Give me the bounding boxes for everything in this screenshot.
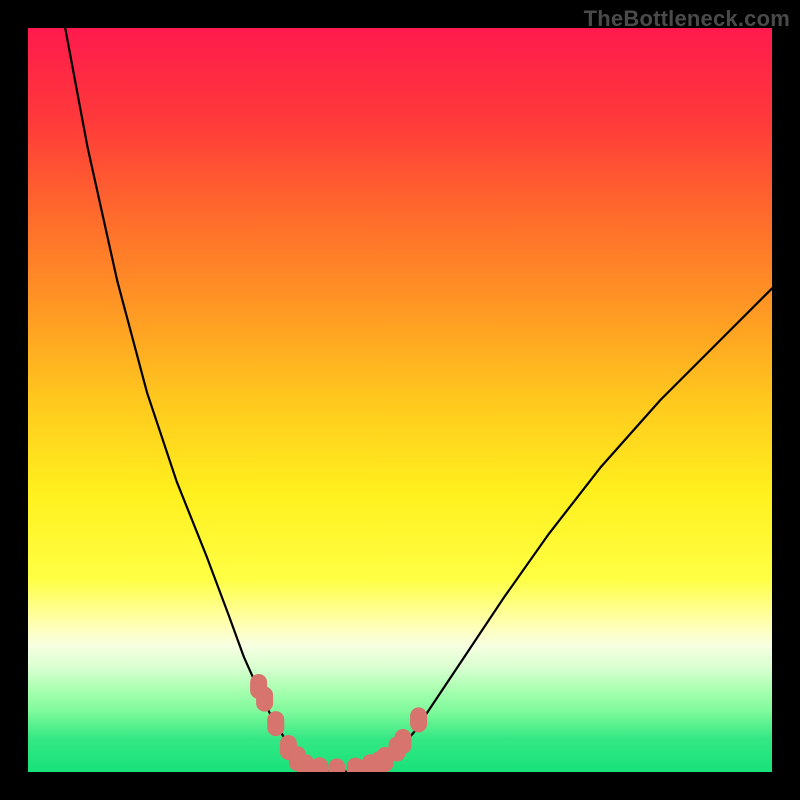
marker-floor-3: [329, 759, 345, 772]
marker-floor-4: [347, 758, 363, 772]
marker-right-upper: [411, 708, 427, 732]
right-curve-line: [378, 288, 772, 766]
plot-area: [28, 28, 772, 772]
marker-floor-2: [312, 758, 328, 772]
marker-left-mid: [268, 712, 284, 736]
marker-right-mid-2: [395, 730, 411, 754]
watermark-text: TheBottleneck.com: [584, 6, 790, 32]
chart-stage: TheBottleneck.com: [0, 0, 800, 800]
marker-left-upper-2: [257, 687, 273, 711]
curves-layer: [28, 28, 772, 772]
marker-floor-1: [298, 755, 314, 772]
markers-group: [251, 674, 427, 772]
left-curve-line: [65, 28, 307, 768]
